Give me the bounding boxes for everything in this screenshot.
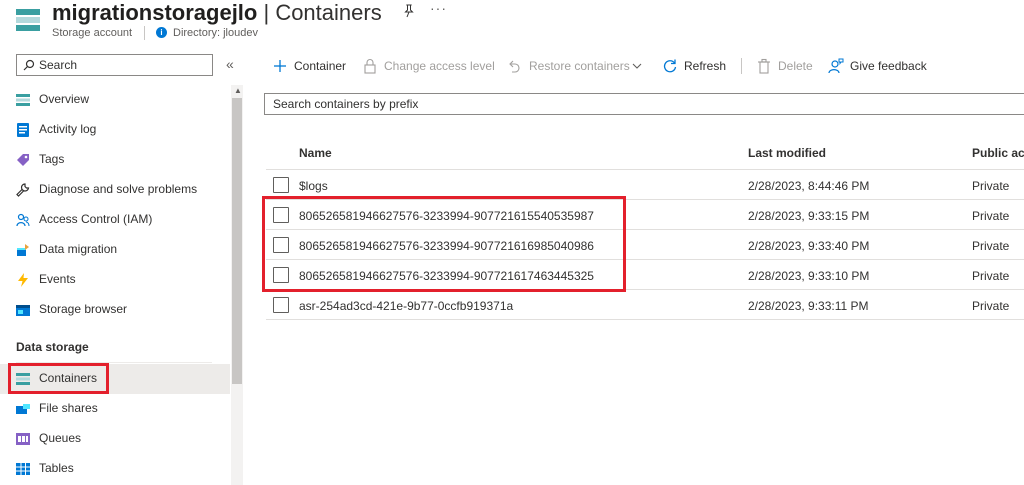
directory-label: Directory: jloudev [173,27,258,39]
resource-type: Storage account [52,27,133,39]
sidebar-item-events[interactable]: Events [0,265,230,295]
people-icon [16,213,30,227]
title-separator: | [257,0,276,25]
toolbar-divider [741,58,742,74]
menu-search[interactable] [16,54,213,76]
sidebar-item-tags[interactable]: Tags [0,145,230,175]
menu-search-input[interactable] [39,56,209,74]
search-icon [23,59,35,71]
sidebar-item-storage-browser[interactable]: Storage browser [0,295,230,325]
container-name[interactable]: $logs [299,179,328,193]
sidebar-item-overview[interactable]: Overview [0,85,230,115]
sidebar-item-label: Diagnose and solve problems [39,182,198,196]
last-modified: 2/28/2023, 9:33:11 PM [748,299,869,313]
highlight-box-rows [262,196,626,292]
sidebar-item-label: Queues [39,431,82,445]
sidebar-item-label: Overview [39,92,90,106]
sidebar-item-label: Events [39,272,76,286]
row-checkbox[interactable] [273,177,289,193]
sidebar-item-label: Tags [39,152,65,166]
lightning-icon [18,273,28,287]
sidebar-item-label: Activity log [39,122,97,136]
storage-browser-icon [16,305,30,316]
menu-scrollbar-thumb[interactable] [232,98,242,384]
queues-icon [16,433,30,445]
page-name: Containers [275,0,382,25]
resource-menu: « Overview Activity log Tags Diagnose an… [0,48,246,485]
page-title: migrationstoragejlo | Containers [52,0,382,26]
sidebar-item-label: Data migration [39,242,118,256]
sidebar-item-activity-log[interactable]: Activity log [0,115,230,145]
trash-icon [758,58,770,74]
more-options-icon[interactable]: ··· [430,0,447,16]
sidebar-item-label: Storage browser [39,302,128,316]
undo-icon [509,60,520,73]
access-level: Private [972,269,1010,283]
wrench-icon [16,183,30,197]
lock-icon [364,59,376,74]
storage-account-icon [16,8,40,32]
row-checkbox[interactable] [273,297,289,313]
column-header-last-modified[interactable]: Last modified [748,146,826,160]
sidebar-item-queues[interactable]: Queues [0,424,230,454]
container-prefix-filter[interactable] [264,93,1024,115]
feedback-icon [828,58,844,74]
section-data-storage: Data storage [16,340,89,354]
scroll-up-icon[interactable]: ▲ [234,86,242,95]
last-modified: 2/28/2023, 9:33:40 PM [748,239,870,253]
access-level: Private [972,299,1010,313]
access-level: Private [972,209,1010,223]
last-modified: 2/28/2023, 9:33:10 PM [748,269,870,283]
overview-icon [16,94,30,106]
sidebar-item-label: Access Control (IAM) [39,212,153,226]
data-migration-icon [17,244,29,256]
container-name[interactable]: asr-254ad3cd-421e-9b77-0ccfb919371a [299,299,513,313]
info-icon: i [156,27,167,38]
sidebar-item-diagnose[interactable]: Diagnose and solve problems [0,175,230,205]
table-row[interactable]: asr-254ad3cd-421e-9b77-0ccfb919371a 2/28… [266,290,1024,320]
access-level: Private [972,179,1010,193]
access-level: Private [972,239,1010,253]
subtitle-divider [144,26,145,40]
container-prefix-input[interactable] [273,95,973,113]
column-header-name[interactable]: Name [299,146,332,160]
last-modified: 2/28/2023, 9:33:15 PM [748,209,870,223]
plus-icon [274,60,286,72]
tag-icon [17,154,29,166]
sidebar-item-label: File shares [39,401,98,415]
highlight-box-containers-nav [8,363,109,394]
tables-icon [16,463,30,475]
chevron-down-icon [632,63,642,69]
sidebar-item-label: Tables [39,461,74,475]
sidebar-item-data-migration[interactable]: Data migration [0,235,230,265]
pin-icon[interactable] [402,4,416,18]
activity-log-icon [17,123,29,137]
sidebar-item-tables[interactable]: Tables [0,454,230,484]
refresh-icon [663,59,677,73]
file-shares-icon [16,404,30,414]
command-bar: Container Change access level Restore co… [262,54,1024,78]
resource-header: migrationstoragejlo | Containers ··· Sto… [0,0,1024,44]
sidebar-item-file-shares[interactable]: File shares [0,394,230,424]
resource-name: migrationstoragejlo [52,0,258,25]
column-header-public-access[interactable]: Public acc [972,146,1024,160]
collapse-menu-icon[interactable]: « [226,56,234,72]
sidebar-item-iam[interactable]: Access Control (IAM) [0,205,230,235]
last-modified: 2/28/2023, 8:44:46 PM [748,179,870,193]
